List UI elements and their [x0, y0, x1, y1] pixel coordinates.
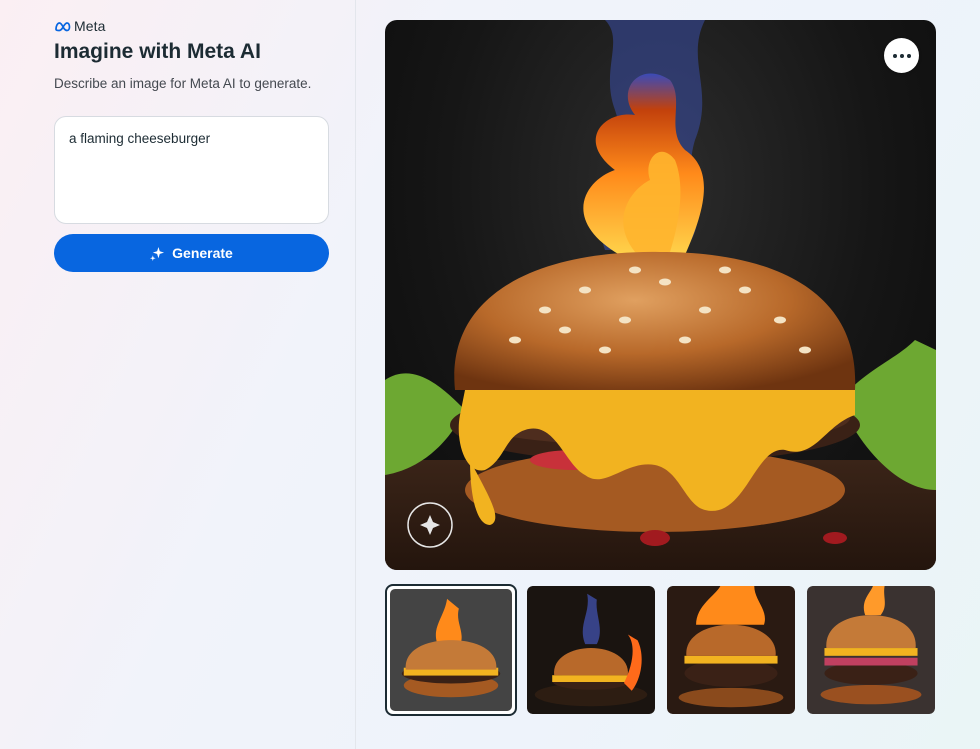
thumbnail-image	[390, 589, 512, 711]
more-options-button[interactable]	[884, 38, 919, 73]
generate-button-label: Generate	[172, 245, 233, 261]
page-subtitle: Describe an image for Meta AI to generat…	[54, 76, 312, 91]
more-horizontal-icon	[892, 53, 897, 58]
thumbnail-4[interactable]	[805, 584, 937, 716]
brand-name: Meta	[74, 18, 106, 34]
thumbnail-image	[667, 586, 795, 714]
left-panel: Meta Imagine with Meta AI Describe an im…	[0, 0, 356, 749]
thumbnail-3[interactable]	[665, 584, 797, 716]
generate-button[interactable]: Generate	[54, 234, 329, 272]
meta-logo-icon	[55, 21, 71, 31]
thumbnail-1[interactable]	[385, 584, 517, 716]
prompt-input[interactable]: a flaming cheeseburger	[54, 116, 329, 224]
generated-image[interactable]	[385, 20, 936, 570]
sparkle-icon	[150, 246, 165, 261]
thumbnail-image	[527, 586, 655, 714]
page-title: Imagine with Meta AI	[54, 40, 261, 63]
thumbnail-image	[807, 586, 935, 714]
brand[interactable]: Meta	[54, 18, 106, 34]
thumbnail-strip	[385, 584, 937, 716]
thumbnail-2[interactable]	[525, 584, 657, 716]
cheeseburger-image	[385, 20, 936, 570]
prompt-text[interactable]: a flaming cheeseburger	[69, 131, 210, 146]
